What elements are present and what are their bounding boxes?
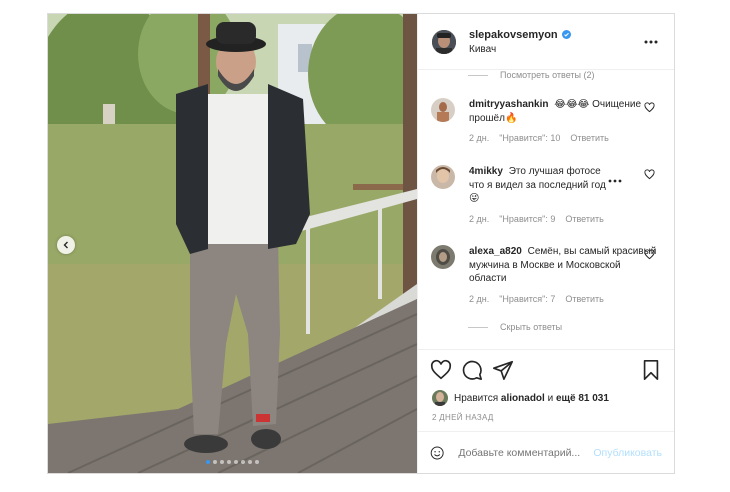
comment-likes[interactable]: "Нравится": 7	[499, 293, 555, 307]
reply-button[interactable]: Ответить	[565, 293, 603, 307]
post-location[interactable]: Кивач	[469, 44, 642, 55]
comment-item: alexa_a820 Семён, вы самый красивый мужч…	[431, 245, 659, 306]
publish-comment-button[interactable]: Опубликовать	[593, 447, 662, 459]
comment-bubble-icon[interactable]	[461, 359, 483, 381]
carousel-dot	[227, 460, 231, 464]
post-actions-bar	[418, 349, 674, 389]
comment-item: dmitryyashankin 😂😂😂 Очищение прошёл🔥 2 д…	[431, 98, 659, 146]
comment-body: 4mikky Это лучшая фотосе что я видел за …	[469, 165, 659, 226]
liker-username[interactable]: alionadol	[501, 393, 545, 404]
username-row: slepakovsemyon	[469, 29, 642, 41]
commenter-avatar[interactable]	[431, 98, 455, 122]
author-avatar[interactable]	[432, 29, 456, 54]
comment-username[interactable]: dmitryyashankin	[469, 99, 548, 110]
post-side-panel: slepakovsemyon Кивач Посмотреть ответы (…	[417, 14, 674, 473]
post-header: slepakovsemyon Кивач	[418, 14, 674, 70]
add-comment-bar: Опубликовать	[418, 431, 674, 473]
likes-summary: Нравится alionadol и ещё 81 031	[418, 389, 674, 407]
verified-badge-icon	[561, 30, 571, 39]
share-paper-plane-icon[interactable]	[492, 359, 514, 381]
more-horizontal-icon	[644, 40, 658, 43]
photo-illustration	[48, 14, 417, 473]
hide-replies-label: Скрыть ответы	[500, 322, 563, 332]
comment-age: 2 дн.	[469, 133, 490, 143]
reply-button[interactable]: Ответить	[570, 132, 608, 146]
comment-meta: 2 дн. "Нравится": 9 Ответить	[469, 213, 659, 227]
comment-likes[interactable]: "Нравится": 10	[499, 132, 560, 146]
comment-text-line2: что я видел за последний год	[469, 179, 606, 191]
hide-replies-link[interactable]: Скрыть ответы	[468, 322, 562, 332]
post-photo[interactable]	[48, 14, 417, 473]
replies-line	[468, 74, 488, 76]
carousel-dot	[213, 460, 217, 464]
comment-options-icon[interactable]	[608, 176, 622, 186]
commenter-avatar[interactable]	[431, 245, 455, 269]
header-text: slepakovsemyon Кивач	[469, 29, 642, 55]
add-comment-input[interactable]	[458, 446, 594, 459]
comment-likes[interactable]: "Нравится": 9	[499, 213, 555, 227]
likes-connector: и	[547, 392, 554, 404]
instagram-post: slepakovsemyon Кивач Посмотреть ответы (…	[47, 13, 675, 474]
comment-like-heart-icon[interactable]	[644, 249, 655, 260]
likes-prefix: Нравится	[454, 392, 499, 404]
comment-body: alexa_a820 Семён, вы самый красивый мужч…	[469, 245, 659, 306]
carousel-dot	[206, 460, 210, 464]
comment-like-heart-icon[interactable]	[644, 169, 655, 180]
likes-count[interactable]: ещё 81 031	[556, 393, 609, 404]
comment-age: 2 дн.	[469, 213, 490, 224]
comment-item: 4mikky Это лучшая фотосе что я видел за …	[431, 165, 659, 226]
comment-text-line1: Это лучшая фотосе	[508, 166, 601, 177]
comment-age: 2 дн.	[469, 293, 490, 304]
author-username[interactable]: slepakovsemyon	[469, 29, 558, 41]
carousel-prev-button[interactable]	[57, 236, 75, 254]
carousel-dot	[220, 460, 224, 464]
chevron-left-icon	[63, 241, 68, 249]
comment-emoji: 😜	[469, 193, 480, 204]
carousel-dot	[241, 460, 245, 464]
replies-line	[468, 326, 488, 328]
comment-body: dmitryyashankin 😂😂😂 Очищение прошёл🔥 2 д…	[469, 98, 659, 146]
carousel-dot	[234, 460, 238, 464]
comment-like-heart-icon[interactable]	[644, 102, 655, 113]
reply-button[interactable]: Ответить	[565, 213, 603, 227]
view-replies-link[interactable]: Посмотреть ответы (2)	[468, 70, 595, 80]
more-options-button[interactable]	[642, 33, 660, 51]
comment-meta: 2 дн. "Нравится": 10 Ответить	[469, 132, 659, 146]
comment-username[interactable]: alexa_a820	[469, 246, 522, 257]
comment-username[interactable]: 4mikky	[469, 166, 503, 177]
carousel-dots	[48, 460, 417, 464]
carousel-dot	[248, 460, 252, 464]
comment-meta: 2 дн. "Нравится": 7 Ответить	[469, 293, 659, 307]
liker-avatar[interactable]	[432, 390, 448, 406]
commenter-avatar[interactable]	[431, 165, 455, 189]
view-replies-label: Посмотреть ответы (2)	[500, 70, 595, 80]
post-timestamp[interactable]: 2 ДНЕЙ НАЗАД	[418, 407, 674, 431]
emoji-smiley-icon[interactable]	[430, 444, 444, 462]
bookmark-icon[interactable]	[640, 359, 662, 381]
like-heart-icon[interactable]	[430, 359, 452, 381]
carousel-dot	[255, 460, 259, 464]
comments-list: Посмотреть ответы (2) dmitryyashankin 😂😂…	[418, 70, 674, 349]
